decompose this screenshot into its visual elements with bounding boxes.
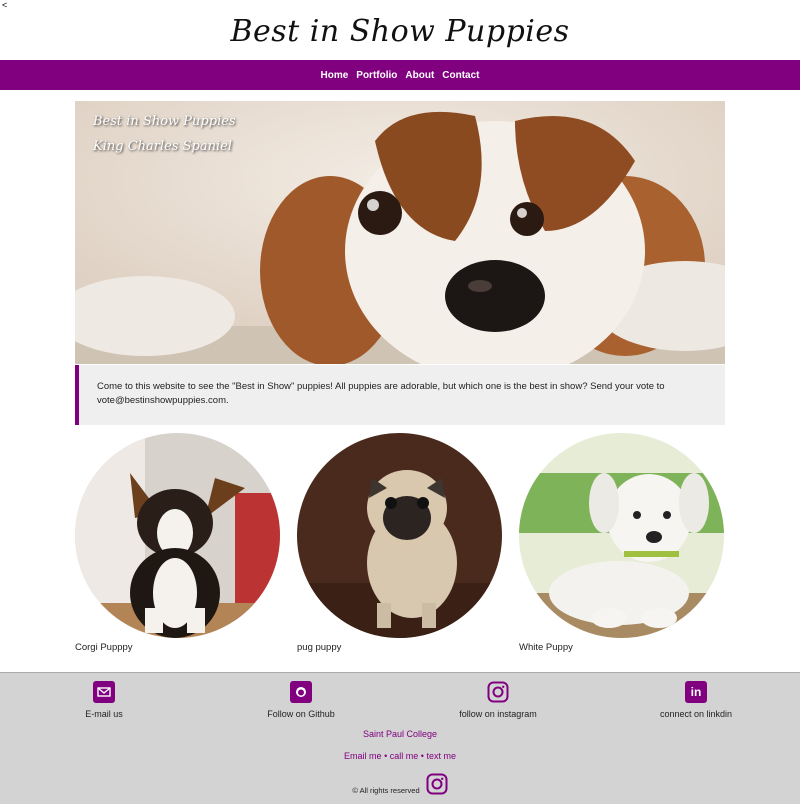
puppy-card-corgi: Corgi Pupppy <box>75 433 280 653</box>
puppy-label-pug: pug puppy <box>297 642 342 653</box>
corgi-puppy-image[interactable] <box>75 433 280 638</box>
social-linkedin[interactable]: in connect on linkdin <box>636 681 756 719</box>
nav-portfolio-link[interactable]: Portfolio <box>356 70 397 81</box>
pug-puppy-image[interactable] <box>297 433 502 638</box>
intro-paragraph: Come to this website to see the "Best in… <box>97 381 665 406</box>
hero-caption: Best in Show Puppies King Charles Spanie… <box>93 109 236 159</box>
email-me-link[interactable]: Email me <box>344 751 382 761</box>
main-navbar: Home Portfolio About Contact <box>0 60 800 90</box>
social-instagram-label[interactable]: follow on instagram <box>438 709 558 719</box>
separator: • <box>420 751 424 761</box>
copyright-text: © All rights reserved <box>352 786 420 795</box>
contact-links: Email me • call me • text me <box>0 751 800 761</box>
social-email[interactable]: E-mail us <box>44 681 164 719</box>
nav-about-link[interactable]: About <box>405 70 434 81</box>
hero-caption-breed: King Charles Spaniel <box>93 139 232 154</box>
social-github-label[interactable]: Follow on Github <box>241 709 361 719</box>
instagram-icon[interactable] <box>487 681 509 703</box>
stray-character: < <box>2 0 8 10</box>
puppy-card-white: White Puppy <box>519 433 724 653</box>
call-me-link[interactable]: call me <box>390 751 419 761</box>
text-me-link[interactable]: text me <box>426 751 456 761</box>
github-icon[interactable] <box>290 681 312 703</box>
social-github[interactable]: Follow on Github <box>241 681 361 719</box>
nav-home-link[interactable]: Home <box>320 70 348 81</box>
linkedin-icon[interactable]: in <box>685 681 707 703</box>
separator: • <box>384 751 388 761</box>
college-link[interactable]: Saint Paul College <box>0 729 800 739</box>
social-instagram[interactable]: follow on instagram <box>438 681 558 719</box>
social-linkedin-label[interactable]: connect on linkdin <box>636 709 756 719</box>
puppy-label-white: White Puppy <box>519 642 573 653</box>
puppy-card-pug: pug puppy <box>297 433 502 653</box>
puppy-label-corgi: Corgi Pupppy <box>75 642 133 653</box>
copyright-row: © All rights reserved <box>0 773 800 800</box>
site-footer: E-mail us Follow on Github follow on ins… <box>0 672 800 804</box>
hero-caption-title: Best in Show Puppies <box>93 114 236 129</box>
site-title: Best in Show Puppies <box>230 14 570 49</box>
instagram-footer-icon[interactable] <box>426 773 448 800</box>
intro-text-box: Come to this website to see the "Best in… <box>75 365 725 425</box>
white-puppy-image[interactable] <box>519 433 724 638</box>
social-email-label[interactable]: E-mail us <box>44 709 164 719</box>
nav-contact-link[interactable]: Contact <box>442 70 479 81</box>
mail-icon[interactable] <box>93 681 115 703</box>
hero-image-spaniel: Best in Show Puppies King Charles Spanie… <box>75 101 725 364</box>
